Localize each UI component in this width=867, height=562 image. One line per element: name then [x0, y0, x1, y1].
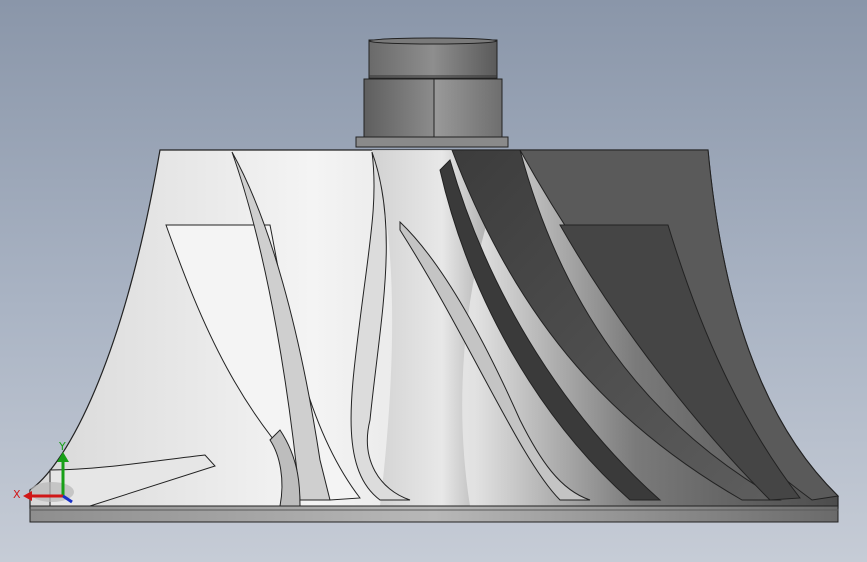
- coordinate-triad: Y X: [13, 440, 74, 504]
- hex-nut[interactable]: [355, 78, 509, 148]
- shaft-cap[interactable]: [368, 37, 498, 79]
- y-axis-arrow: [57, 452, 69, 462]
- x-axis-label: X: [13, 488, 21, 501]
- y-axis-label: Y: [58, 440, 66, 453]
- impeller-body[interactable]: [29, 149, 840, 509]
- graphics-viewport[interactable]: Y X: [0, 0, 867, 562]
- base-disc[interactable]: [29, 505, 839, 523]
- x-axis-arrow: [23, 491, 32, 501]
- impeller-model[interactable]: [0, 0, 867, 562]
